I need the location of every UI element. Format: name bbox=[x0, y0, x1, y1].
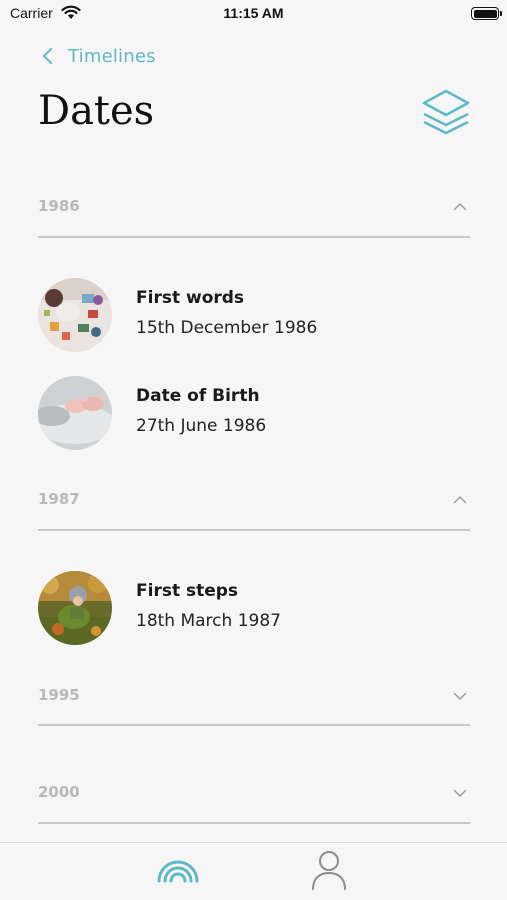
year-label: 2000 bbox=[38, 783, 80, 801]
entry-title: First words bbox=[136, 288, 245, 308]
timeline-entry-date-of-birth[interactable]: Date of Birth 27th June 1986 bbox=[38, 376, 470, 452]
layers-button[interactable] bbox=[420, 86, 472, 138]
year-label: 1995 bbox=[38, 686, 80, 704]
entry-date: 18th March 1987 bbox=[136, 611, 281, 631]
layers-icon bbox=[422, 89, 470, 135]
year-divider bbox=[38, 236, 470, 238]
status-bar: Carrier 11:15 AM bbox=[0, 0, 507, 28]
entry-date: 15th December 1986 bbox=[136, 318, 318, 338]
toddler-with-toys-photo bbox=[38, 278, 112, 352]
back-to-timelines-button[interactable]: Timelines bbox=[38, 44, 156, 68]
baby-feet-photo bbox=[38, 376, 112, 450]
year-header-2000[interactable]: 2000 bbox=[38, 773, 470, 813]
year-divider bbox=[38, 724, 470, 726]
year-header-1995[interactable]: 1995 bbox=[38, 676, 470, 716]
year-divider bbox=[38, 529, 470, 531]
battery-icon bbox=[471, 7, 502, 20]
tab-timelines[interactable] bbox=[155, 851, 201, 885]
person-icon bbox=[312, 851, 346, 890]
chevron-down-icon bbox=[453, 692, 467, 700]
year-divider bbox=[38, 822, 470, 824]
back-label: Timelines bbox=[68, 45, 156, 67]
page-title: Dates bbox=[38, 88, 155, 134]
rainbow-icon bbox=[157, 860, 199, 883]
year-header-1987[interactable]: 1987 bbox=[38, 480, 470, 520]
child-in-autumn-leaves-photo bbox=[38, 571, 112, 645]
tab-profile[interactable] bbox=[310, 849, 348, 891]
timeline-entry-first-words[interactable]: First words 15th December 1986 bbox=[38, 278, 470, 354]
chevron-down-icon bbox=[453, 789, 467, 797]
chevron-left-icon bbox=[43, 48, 52, 64]
year-label: 1987 bbox=[38, 490, 80, 508]
status-time: 11:15 AM bbox=[223, 5, 284, 21]
timeline-entry-first-steps[interactable]: First steps 18th March 1987 bbox=[38, 571, 470, 647]
tab-bar bbox=[0, 842, 507, 900]
year-header-1986[interactable]: 1986 bbox=[38, 187, 470, 227]
entry-title: First steps bbox=[136, 581, 239, 601]
dates-screen: Carrier 11:15 AM Timelines Dates 1986 Fi… bbox=[0, 0, 507, 900]
entry-date: 27th June 1986 bbox=[136, 416, 267, 436]
chevron-up-icon bbox=[453, 496, 467, 504]
year-label: 1986 bbox=[38, 197, 80, 215]
chevron-up-icon bbox=[453, 203, 467, 211]
entry-title: Date of Birth bbox=[136, 386, 260, 406]
